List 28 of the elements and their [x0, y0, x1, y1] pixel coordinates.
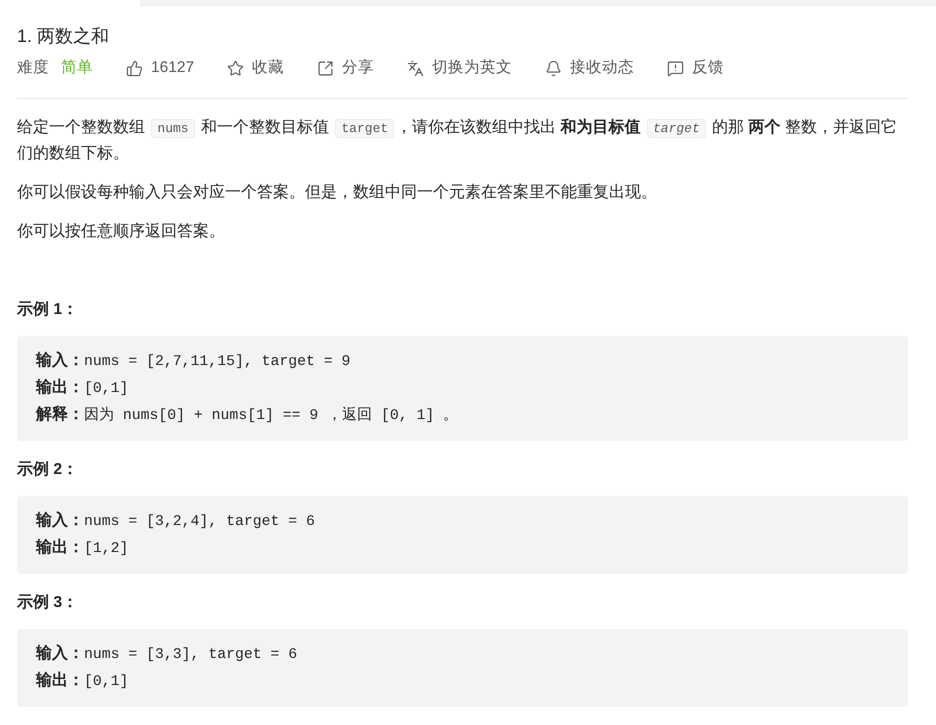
star-icon [227, 60, 244, 76]
feedback-button[interactable]: 反馈 [667, 57, 724, 79]
example-line: 输入：nums = [3,2,4], target = 6 [36, 510, 315, 532]
speech-bubble-icon [667, 60, 684, 76]
example-line: 输入：nums = [2,7,11,15], target = 9 [36, 350, 350, 372]
example-line: 输入：nums = [3,3], target = 6 [36, 643, 298, 665]
translate-icon [407, 60, 424, 76]
share-button[interactable]: 分享 [317, 57, 374, 79]
difficulty-value: 简单 [61, 58, 93, 78]
problem-title: 1. 两数之和 [17, 25, 110, 48]
difficulty-label: 难度 [17, 58, 49, 78]
example-heading: 示例 3： [17, 593, 78, 613]
bell-icon [545, 60, 562, 76]
example-line: 输出：[0,1] [36, 670, 128, 692]
like-button[interactable]: 16127 [126, 57, 194, 79]
example-heading: 示例 2： [17, 460, 78, 480]
example-line: 输出：[0,1] [36, 378, 128, 399]
language-toggle-button[interactable]: 切换为英文 [407, 57, 512, 79]
favorite-button[interactable]: 收藏 [227, 57, 284, 79]
description-paragraph: 你可以假设每种输入只会对应一个答案。但是，数组中同一个元素在答案里不能重复出现。 [17, 182, 658, 203]
thumbs-up-icon [126, 60, 143, 76]
example-heading: 示例 1： [17, 300, 78, 320]
square-arrow-icon [317, 60, 334, 76]
description-paragraph: 给定一个整数数组 nums 和一个整数目标值 target ，请你在该数组中找出 和为目标值 target 的那 两个 整数，并返回它们的数组下标。 [17, 118, 898, 164]
description-paragraph: 你可以按任意顺序返回答案。 [17, 221, 226, 242]
example-line: 输出：[1,2] [36, 538, 128, 559]
subscribe-button[interactable]: 接收动态 [545, 57, 634, 79]
example-line: 解释：因为 nums[0] + nums[1] == 9 ，返回 [0, 1] 。 [36, 404, 458, 426]
